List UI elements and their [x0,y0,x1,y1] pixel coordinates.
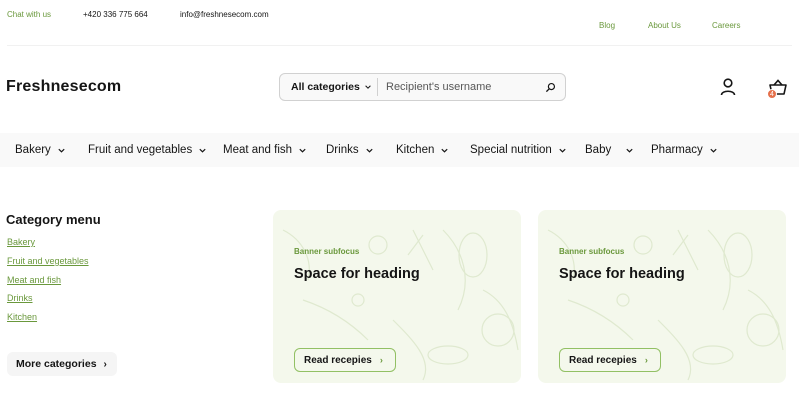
read-recipes-label: Read recepies [569,354,637,366]
banner-subfocus: Banner subfocus [559,247,625,256]
chevron-right-icon: › [103,358,107,370]
top-bar: Chat with us +420 336 775 664 info@fresh… [0,0,799,46]
more-categories-button[interactable]: More categories › [7,352,117,376]
read-recipes-button[interactable]: Read recepies › [559,348,661,372]
category-select-label: All categories [291,81,360,93]
nav-item-label: Pharmacy [651,144,703,156]
email-address[interactable]: info@freshnesecom.com [180,10,269,19]
contact-info: Chat with us +420 336 775 664 info@fresh… [7,10,269,19]
promo-banner: Banner subfocus Space for heading Read r… [273,210,521,383]
about-us-link[interactable]: About Us [648,21,681,30]
nav-item-label: Fruit and vegetables [88,144,193,156]
nav-item-bakery[interactable]: Bakery [15,144,66,156]
chevron-down-icon [365,148,373,153]
chevron-down-icon [626,148,633,153]
read-recipes-label: Read recepies [304,354,372,366]
category-link-drinks[interactable]: Drinks [7,293,33,303]
nav-item-label: Baby [585,144,612,156]
promo-banner: Banner subfocus Space for heading Read r… [538,210,786,383]
category-link-bakery[interactable]: Bakery [7,237,35,247]
banner-heading: Space for heading [294,266,420,282]
search-input[interactable] [378,81,538,93]
chevron-down-icon [441,148,448,153]
nav-item-meat-and-fish[interactable]: Meat and fish [223,144,307,156]
nav-item-label: Drinks [326,144,359,156]
category-link-kitchen[interactable]: Kitchen [7,312,37,322]
nav-item-special-nutrition[interactable]: Special nutrition [470,144,567,156]
nav-item-baby[interactable]: Baby [585,144,634,156]
banner-subfocus: Banner subfocus [294,247,360,256]
chevron-right-icon: › [644,355,648,365]
user-icon[interactable] [720,78,736,96]
phone-number[interactable]: +420 336 775 664 [83,10,180,19]
blog-link[interactable]: Blog [599,21,615,30]
main-nav: Bakery Fruit and vegetables Meat and fis… [0,133,799,167]
nav-item-kitchen[interactable]: Kitchen [396,144,449,156]
nav-item-label: Kitchen [396,144,435,156]
category-link-fruit-and-vegetables[interactable]: Fruit and vegetables [7,256,89,266]
banner-heading: Space for heading [559,266,685,282]
read-recipes-button[interactable]: Read recepies › [294,348,396,372]
chevron-down-icon [710,148,717,153]
divider [7,45,792,46]
more-categories-label: More categories [16,358,97,370]
cart-count-badge: 4 [767,89,777,99]
category-menu-title: Category menu [6,212,101,227]
nav-item-pharmacy[interactable]: Pharmacy [651,144,718,156]
chevron-down-icon [559,148,566,153]
chat-link[interactable]: Chat with us [7,10,83,19]
search-bar: All categories [279,73,566,101]
nav-item-label: Bakery [15,144,51,156]
chevron-down-icon [199,148,206,153]
nav-item-label: Special nutrition [470,144,552,156]
logo[interactable]: Freshnesecom [6,78,121,96]
category-link-meat-and-fish[interactable]: Meat and fish [7,275,61,285]
search-icon[interactable] [545,82,556,93]
nav-item-label: Meat and fish [223,144,293,156]
nav-item-drinks[interactable]: Drinks [326,144,374,156]
chevron-right-icon: › [379,355,383,365]
chevron-down-icon [299,148,306,153]
careers-link[interactable]: Careers [712,21,740,30]
chevron-down-icon [365,85,371,89]
category-select[interactable]: All categories [280,78,378,96]
nav-item-fruit-and-vegetables[interactable]: Fruit and vegetables [88,144,207,156]
chevron-down-icon [58,148,65,153]
